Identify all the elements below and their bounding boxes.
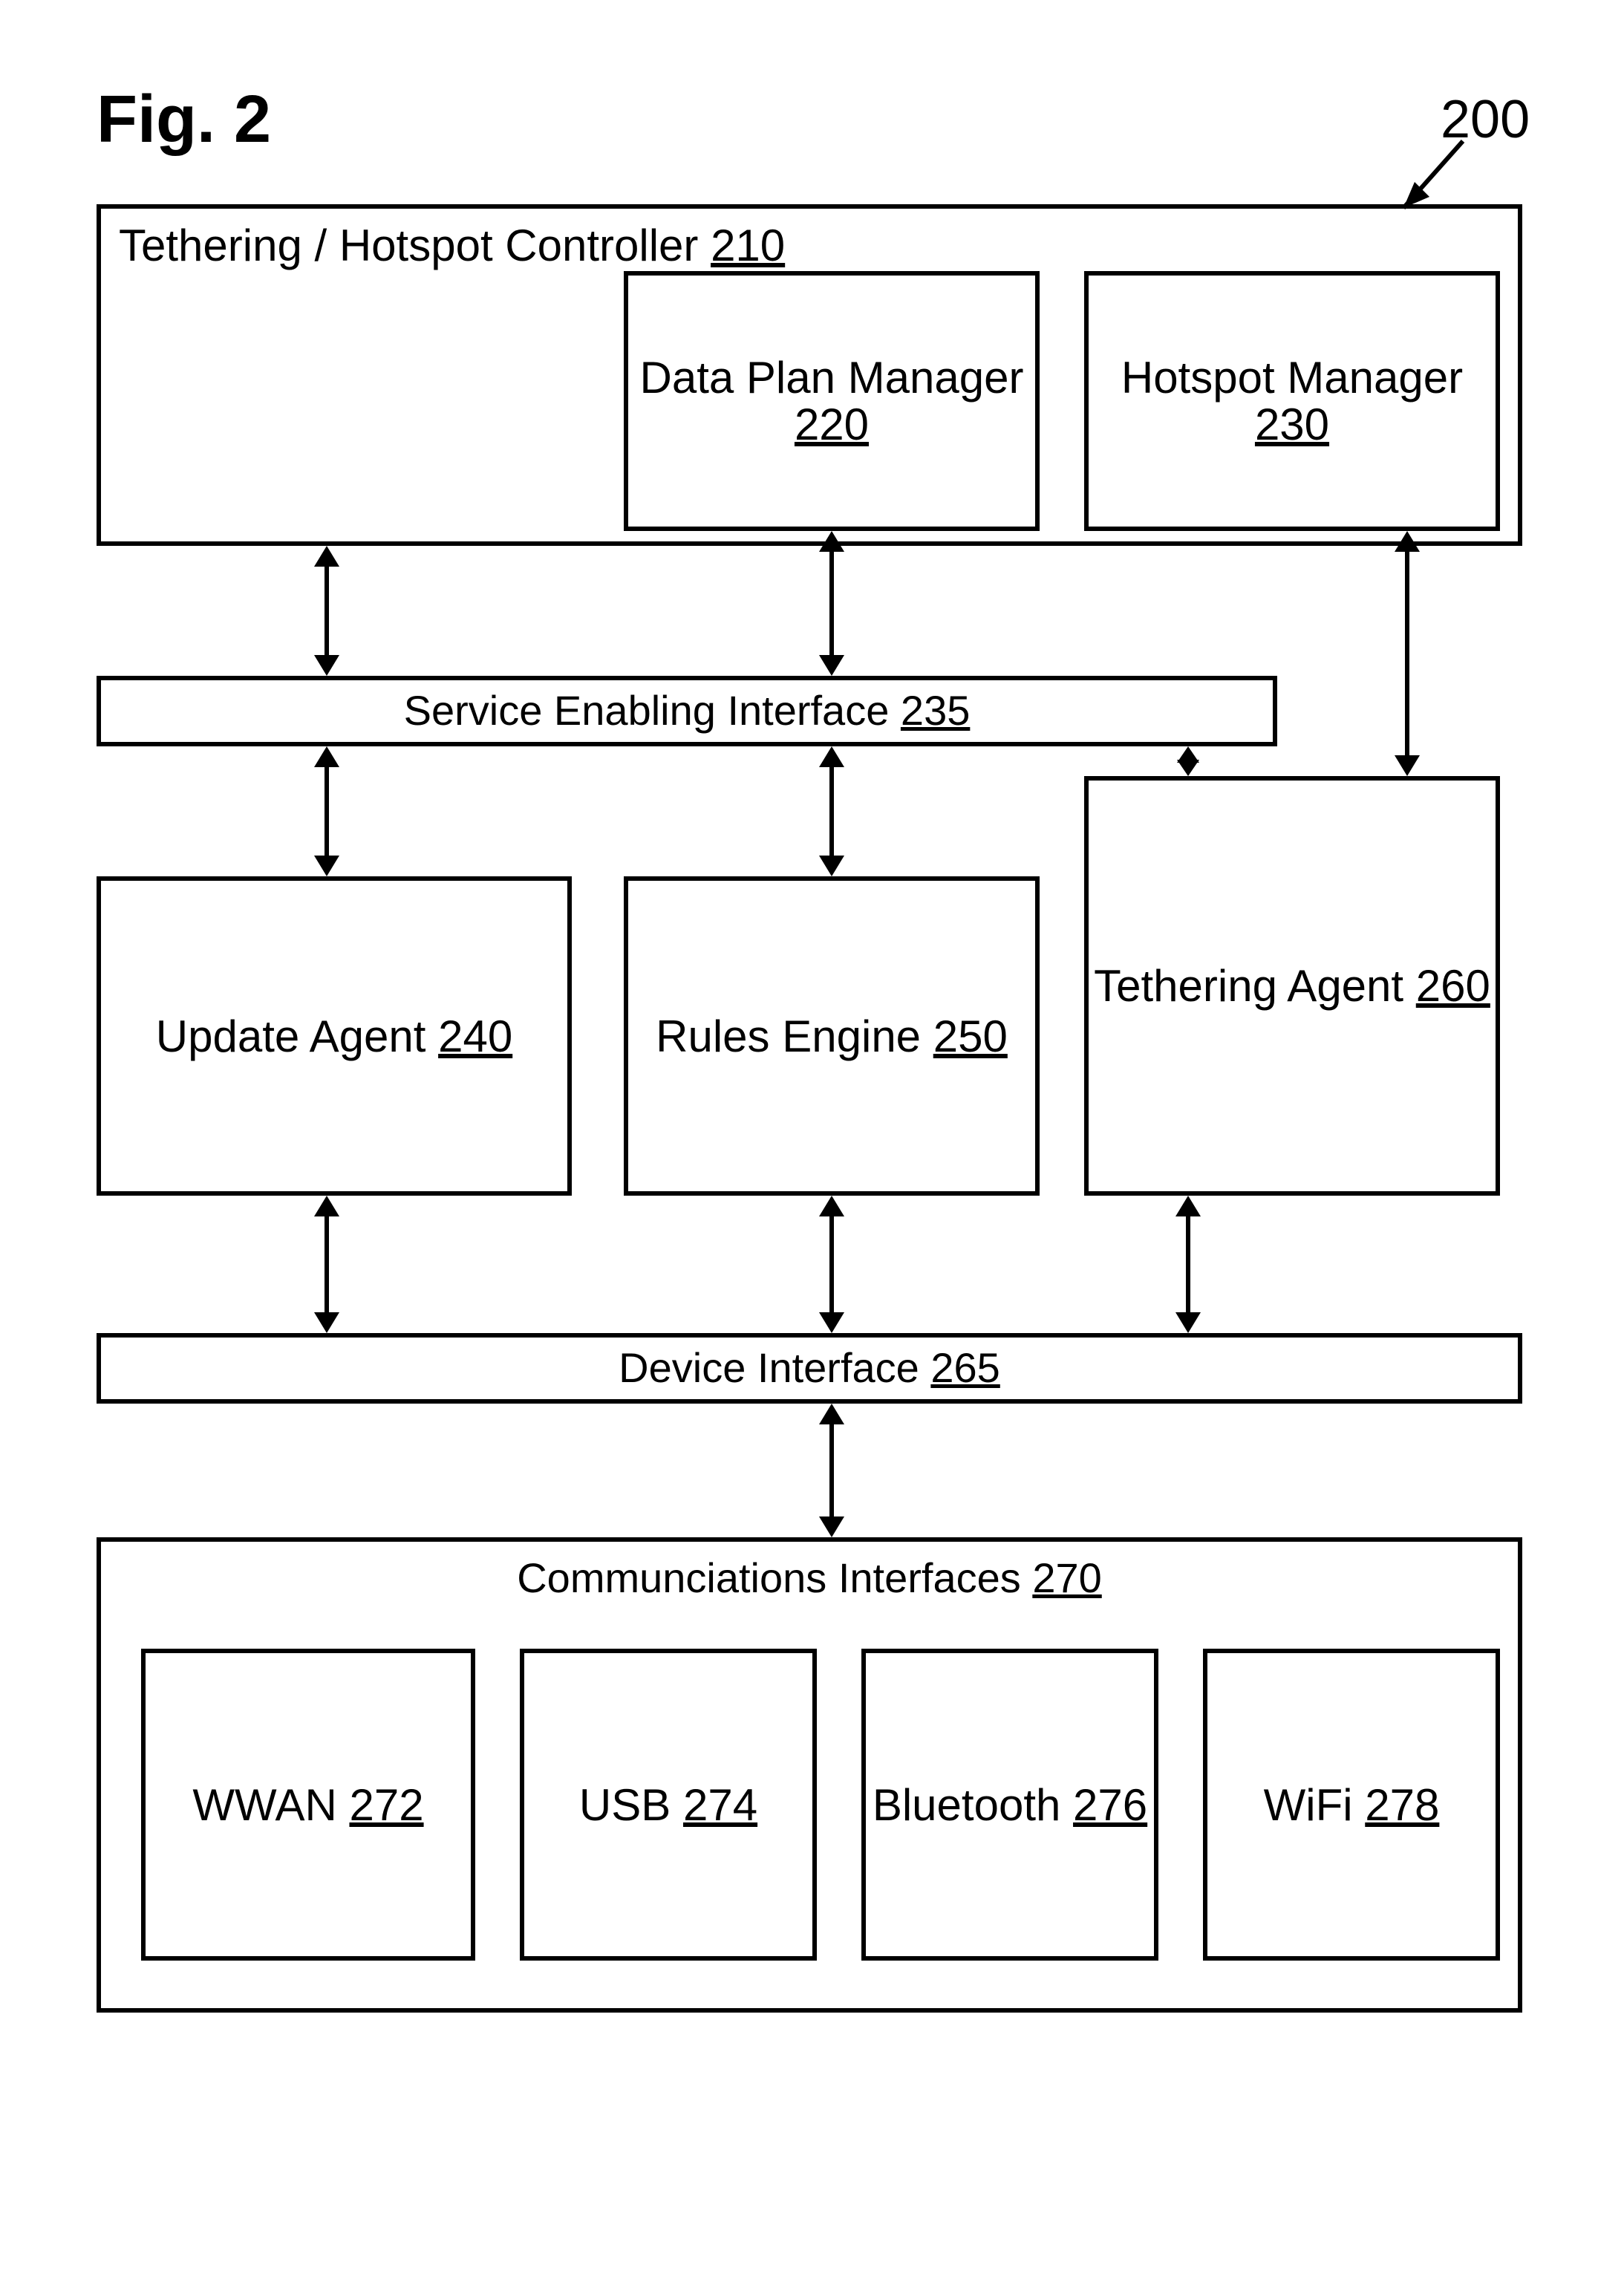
label-wifi: WiFi [1264,1780,1353,1830]
num-update: 240 [438,1011,512,1061]
label-dataplan: Data Plan Manager [640,353,1024,403]
arrow-svcif-to-rules [813,746,850,876]
num-tether: 260 [1416,961,1490,1011]
arrow-dataplan-to-svcif [813,531,850,676]
label-svcif: Service Enabling Interface [404,687,890,734]
box-bluetooth: Bluetooth 276 [861,1649,1158,1961]
box-update-agent: Update Agent 240 [97,876,572,1196]
arrow-tether-to-devif [1170,1196,1207,1333]
box-wwan: WWAN 272 [141,1649,475,1961]
label-rules: Rules Engine [656,1011,921,1061]
label-update: Update Agent [156,1011,426,1061]
label-controller: Tethering / Hotspot Controller [119,221,698,270]
box-rules-engine: Rules Engine 250 [624,876,1040,1196]
label-tether: Tethering Agent [1094,961,1403,1011]
num-usb: 274 [683,1780,757,1830]
arrow-devif-to-comm [813,1404,850,1537]
figure-2-diagram: Fig. 2 200 Tethering / Hotspot Controlle… [0,0,1624,2274]
arrow-rules-to-devif [813,1196,850,1333]
num-rules: 250 [933,1011,1008,1061]
label-bt: Bluetooth [873,1780,1061,1830]
arrow-svcif-to-update [308,746,345,876]
box-usb: USB 274 [520,1649,817,1961]
label-comm: Communciations Interfaces [517,1554,1021,1601]
box-tethering-agent: Tethering Agent 260 [1084,776,1500,1196]
label-hotspot: Hotspot Manager [1121,353,1463,403]
box-wifi: WiFi 278 [1203,1649,1500,1961]
box-hotspot-manager: Hotspot Manager 230 [1084,271,1500,531]
num-dataplan: 220 [795,400,869,449]
label-wwan: WWAN [192,1780,336,1830]
arrow-hotspot-to-tether [1389,531,1426,776]
num-comm: 270 [1032,1554,1101,1601]
num-wwan: 272 [349,1780,423,1830]
num-hotspot: 230 [1255,400,1329,449]
label-devif: Device Interface [619,1344,919,1391]
num-controller: 210 [711,221,785,270]
figure-title: Fig. 2 [97,82,271,158]
num-svcif: 235 [901,687,970,734]
num-devif: 265 [930,1344,999,1391]
arrow-svcif-to-tether [1170,746,1207,776]
num-bt: 276 [1073,1780,1147,1830]
bar-service-enabling-interface: Service Enabling Interface 235 [97,676,1277,746]
box-data-plan-manager: Data Plan Manager 220 [624,271,1040,531]
arrow-controller-to-svcif-left [308,546,345,676]
label-usb: USB [579,1780,671,1830]
num-wifi: 278 [1365,1780,1439,1830]
bar-device-interface: Device Interface 265 [97,1333,1522,1404]
arrow-update-to-devif [308,1196,345,1333]
